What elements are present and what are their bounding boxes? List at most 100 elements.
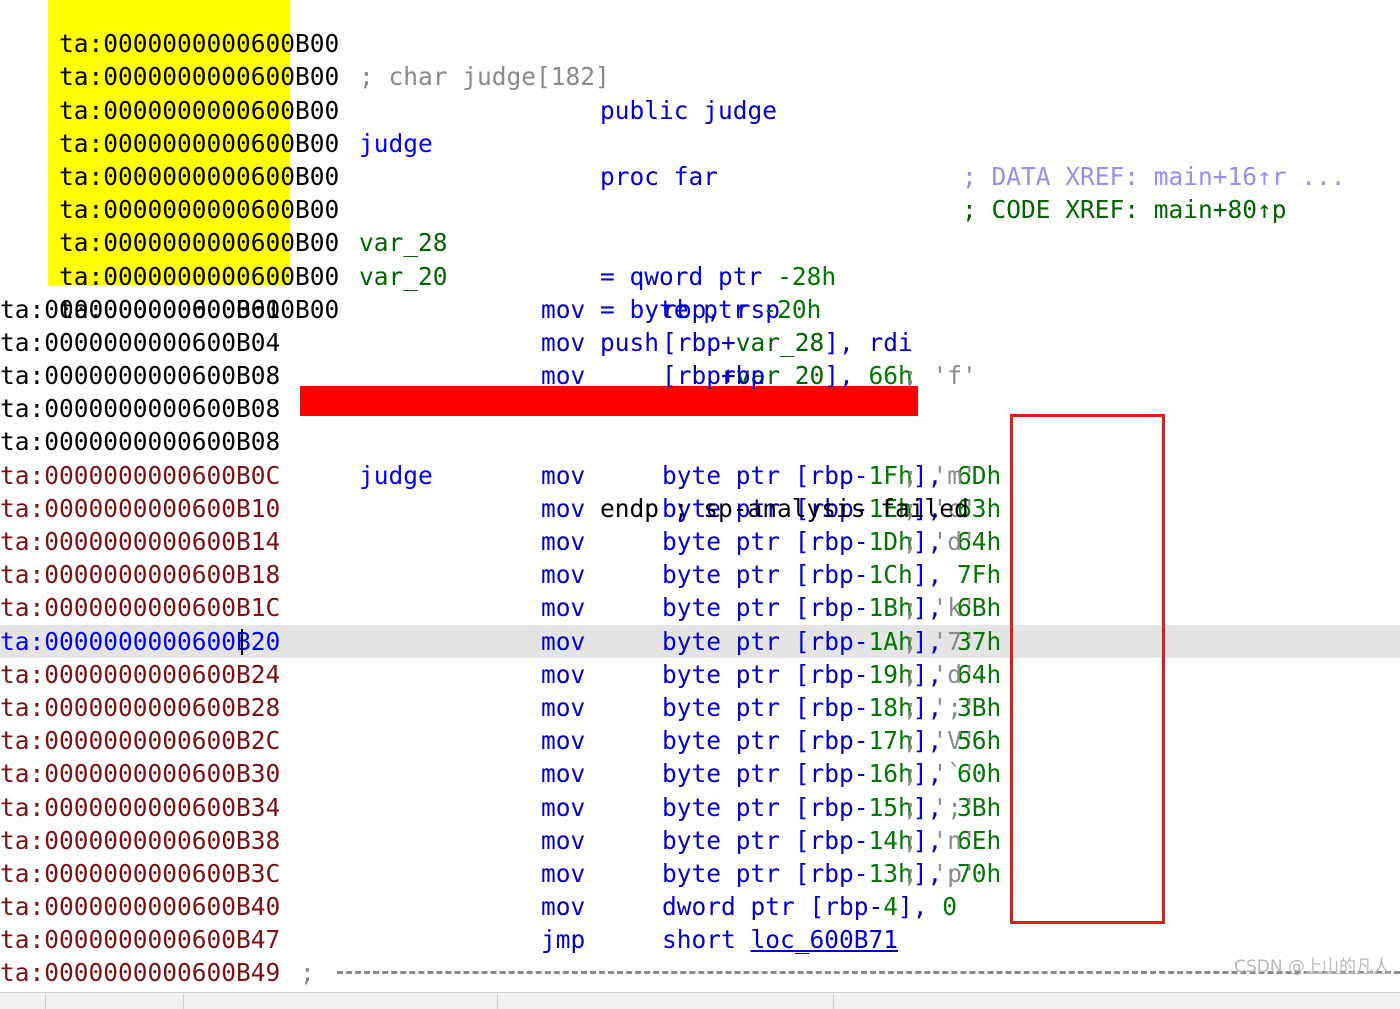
function-label[interactable]: judge (359, 129, 433, 158)
disasm-line-selected[interactable]: ta:0000000000600B20 mov byte ptr [rbp-1A… (0, 624, 1400, 658)
endp-directive: endp ; sp-analysis failed (600, 493, 969, 523)
address-cell: ta:0000000000600B34 (0, 792, 281, 822)
address-cell: ta:0000000000600B47 (0, 925, 281, 955)
var-type: qword ptr (629, 261, 763, 291)
status-divider (833, 994, 834, 1009)
disasm-line[interactable]: ta:0000000000600B24 mov byte ptr [rbp-19… (0, 658, 1400, 691)
operands-cell: [rbp+var_20], 66h (662, 361, 913, 391)
code-xref-comment: ; CODE XREF: main+80↑p (962, 195, 1287, 225)
address-cell: ta:0000000000600B08 (0, 361, 281, 391)
address-cell: ta:0000000000600B49 (0, 958, 281, 988)
disasm-line[interactable]: ta:0000000000600B0C mov byte ptr [rbp-1F… (0, 459, 1400, 492)
address-cell: ta:0000000000600B00 (59, 228, 340, 258)
address-cell: ta:0000000000600B00 (59, 195, 340, 225)
operands-cell: short loc_600B71 (662, 925, 899, 955)
mnemonic-cell: mov (541, 361, 586, 391)
disasm-line[interactable]: ta:0000000000600B40 mov dword ptr [rbp-4… (0, 890, 1400, 923)
address-cell: ta:0000000000600B04 (0, 327, 281, 357)
mnemonic-cell: mov (541, 294, 586, 324)
mnemonic-cell: mov (541, 626, 586, 656)
operands-cell: [rbp+var_28], rdi (662, 327, 913, 357)
char-comment: ; 'm' (903, 460, 977, 490)
address-cell: ta:0000000000600B00 (59, 62, 340, 92)
text-caret (241, 628, 243, 655)
address-cell: ta:0000000000600B20 (0, 626, 281, 656)
disasm-line[interactable]: ta:0000000000600B08 (0, 425, 1400, 458)
address-cell: ta:0000000000600B08 (0, 427, 281, 457)
operands-cell: rbp (721, 361, 766, 391)
char-comment: ; 'V' (903, 726, 977, 756)
address-cell: ta:0000000000600B00 (59, 261, 340, 291)
disasm-line[interactable]: ta:0000000000600B14 mov byte ptr [rbp-1D… (0, 525, 1400, 558)
address-cell: ta:0000000000600B2C (0, 726, 281, 756)
watermark-prefix: CSDN @ (1234, 957, 1305, 977)
address-cell: ta:0000000000600B10 (0, 493, 281, 523)
address-cell: ta:0000000000600B40 (0, 892, 281, 922)
disasm-line[interactable]: ta:0000000000600B3C mov byte ptr [rbp-13… (0, 857, 1400, 890)
disasm-line[interactable]: ta:0000000000600B18 mov byte ptr [rbp-1C… (0, 558, 1400, 591)
address-cell: ta:0000000000600B00 (59, 294, 340, 324)
data-xref-comment: ; DATA XREF: main+16↑r ... (962, 161, 1346, 191)
memory-offset: 4 (883, 892, 899, 922)
var-type: byte ptr (629, 294, 748, 324)
char-comment: ; 'f' (903, 361, 977, 391)
stack-var-name[interactable]: var_28 (359, 228, 448, 257)
disasm-line[interactable]: ta:0000000000600B2C mov byte ptr [rbp-17… (0, 724, 1400, 757)
address-cell: ta:0000000000600B1C (0, 593, 281, 623)
char-comment: ; 'd' (903, 659, 977, 689)
disasm-line[interactable]: ta:0000000000600B38 mov byte ptr [rbp-14… (0, 824, 1400, 857)
mnemonic-cell: mov (541, 792, 586, 822)
address-cell: ta:0000000000600B18 (0, 560, 281, 590)
stack-var-definition: = byte ptr -20h (600, 294, 822, 324)
address-cell: ta:0000000000600B00 (59, 95, 340, 125)
address-cell: ta:0000000000600B0C (0, 460, 281, 490)
disasm-line[interactable]: ta:0000000000600B30 mov byte ptr [rbp-16… (0, 757, 1400, 790)
mnemonic-cell: mov (541, 892, 586, 922)
directive-cell: public judge (600, 95, 778, 125)
function-label[interactable]: judge (359, 461, 433, 490)
disasm-line[interactable]: ta:0000000000600B1C mov byte ptr [rbp-1B… (0, 591, 1400, 624)
comment-cell: ; char judge[182] (359, 62, 610, 92)
char-comment: ; '7' (903, 626, 977, 656)
disasm-line[interactable]: ta:0000000000600B28 mov byte ptr [rbp-18… (0, 691, 1400, 724)
disasm-line[interactable]: ta:0000000000600B08 mov [rbp+var_20], 66… (0, 359, 1400, 392)
char-comment: ; '`' (903, 759, 977, 789)
mnemonic-cell: mov (541, 460, 586, 490)
disasm-line[interactable]: ta:0000000000600B04 mov [rbp+var_28], rd… (0, 326, 1400, 359)
operands-cell: dword ptr [rbp-4], 0 (662, 892, 958, 922)
mnemonic-cell: mov (541, 493, 586, 523)
status-divider (497, 994, 498, 1009)
address-cell: ta:0000000000600B28 (0, 692, 281, 722)
stack-var-definition: = qword ptr -28h (600, 261, 837, 291)
char-comment: ; 'n' (903, 825, 977, 855)
address-cell: ta:0000000000600B14 (0, 527, 281, 556)
mnemonic-cell: mov (541, 659, 586, 689)
address-cell: ta:0000000000600B00 (59, 161, 340, 191)
disasm-line[interactable]: ta:0000000000600B49 ; (0, 956, 1400, 989)
char-comment: ; 'd' (903, 527, 977, 556)
mnemonic-cell: mov (541, 593, 586, 623)
jump-target-link[interactable]: loc_600B71 (751, 925, 899, 954)
mnemonic-cell: jmp (541, 925, 586, 955)
stack-var-name[interactable]: var_20 (359, 262, 448, 291)
mnemonic-cell: push (600, 327, 660, 357)
disasm-line[interactable]: ta:0000000000600B00 ; char judge[182] (0, 0, 1400, 91)
address-cell: ta:0000000000600B3C (0, 858, 281, 888)
disassembly-view[interactable]: ta:0000000000600B00 ; char judge[182] ta… (0, 0, 1400, 992)
status-bar (0, 992, 1400, 1009)
address-cell: ta:0000000000600B00 (59, 128, 340, 158)
address-cell: ta:0000000000600B30 (0, 759, 281, 789)
char-comment: ; ';' (903, 692, 977, 722)
address-cell: ta:0000000000600B24 (0, 659, 281, 689)
immediate-value: 7Fh (957, 560, 1002, 590)
mnemonic-cell: mov (541, 327, 586, 357)
address-cell: ta:0000000000600B08 (0, 394, 281, 424)
var-offset: -28h (777, 261, 837, 291)
memory-offset: 1Ch (868, 560, 913, 590)
watermark-user: 上山的凡人 (1305, 957, 1390, 977)
disasm-line[interactable]: ta:0000000000600B34 mov byte ptr [rbp-15… (0, 791, 1400, 824)
disasm-line[interactable]: ta:0000000000600B47 jmp short loc_600B71 (0, 923, 1400, 956)
mnemonic-cell: mov (541, 692, 586, 722)
disasm-line-endp[interactable]: ta:0000000000600B08 judge endp ; sp-anal… (0, 392, 1400, 523)
mnemonic-cell: mov (541, 858, 586, 888)
